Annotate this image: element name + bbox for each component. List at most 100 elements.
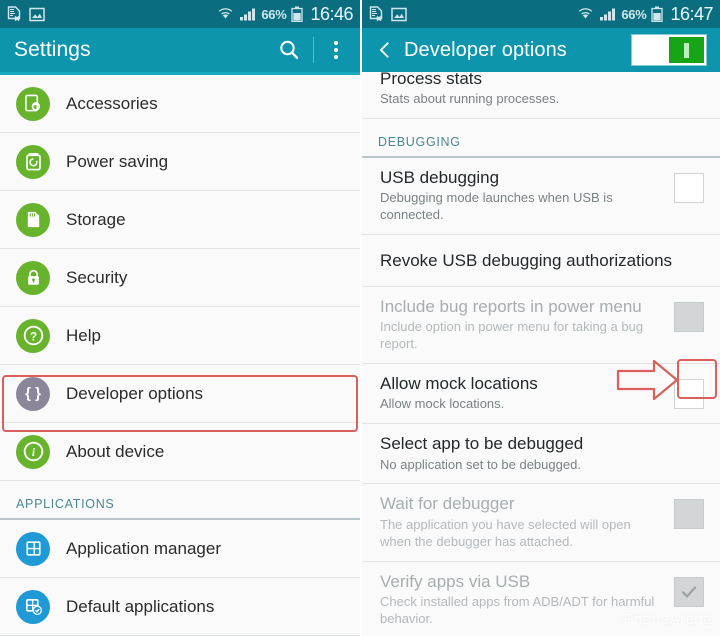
clock-label: 16:47 [670, 3, 713, 24]
settings-screen: 66% 16:46 Settings Accessories Power sav… [0, 0, 360, 636]
status-system-icons: 66% 16:46 [217, 4, 353, 25]
usb-debugging-checkbox[interactable] [674, 173, 704, 204]
list-item-subtitle: Include option in power menu for taking … [380, 319, 644, 352]
sidebar-item-security[interactable]: Security [0, 249, 360, 307]
list-item-title: USB debugging [380, 168, 500, 188]
wifi-icon [219, 8, 233, 19]
search-icon[interactable] [277, 38, 301, 62]
back-chevron-icon[interactable] [376, 41, 394, 59]
watermark: PhoneArena [623, 611, 712, 628]
list-item-title: Include bug reports in power menu [380, 297, 642, 317]
sidebar-item-developer-options[interactable]: { } Developer options [0, 365, 360, 423]
wait-for-debugger-checkbox [674, 499, 704, 530]
signal-bars-icon [600, 8, 616, 21]
sidebar-item-label: Default applications [66, 596, 215, 616]
battery-icon [651, 6, 664, 22]
sidebar-item-power-saving[interactable]: Power saving [0, 133, 360, 191]
sidebar-item-label: Security [66, 267, 128, 287]
sidebar-item-label: Power saving [66, 151, 169, 171]
wifi-icon [579, 8, 593, 19]
list-item-text: USB debugging Debugging mode launches wh… [380, 167, 674, 224]
sidebar-item-label: Storage [66, 209, 126, 229]
storage-icon [16, 202, 50, 237]
security-icon [16, 260, 50, 295]
toggle-on-half [669, 37, 704, 63]
settings-action-bar: Settings [0, 28, 360, 72]
action-bar-divider [313, 37, 314, 63]
sidebar-item-label: Accessories [66, 93, 158, 113]
list-item-title: Wait for debugger [380, 494, 515, 514]
list-item-wait-for-debugger: Wait for debugger The application you ha… [362, 484, 720, 562]
picture-icon [29, 7, 45, 21]
sidebar-item-storage[interactable]: Storage [0, 191, 360, 249]
sidebar-item-label: About device [66, 441, 165, 461]
list-item-text: Wait for debugger The application you ha… [380, 493, 674, 550]
developer-options-screen: 66% 16:47 Developer options Process stat… [360, 0, 720, 636]
list-item-subtitle: Debugging mode launches when USB is conn… [380, 190, 613, 223]
section-header-applications: APPLICATIONS [0, 481, 360, 520]
include-bug-reports-checkbox [674, 302, 704, 333]
developer-options-list: Process stats Stats about running proces… [362, 59, 720, 636]
list-item-revoke-usb-authorizations[interactable]: Revoke USB debugging authorizations [362, 235, 720, 288]
picture-icon [391, 7, 407, 21]
list-item-include-bug-reports: Include bug reports in power menu Includ… [362, 287, 720, 365]
svg-text:?: ? [29, 331, 36, 343]
sidebar-item-application-manager[interactable]: Application manager [0, 520, 360, 578]
about-device-icon: i [16, 434, 50, 469]
list-item-allow-mock-locations[interactable]: Allow mock locations Allow mock location… [362, 364, 720, 425]
status-system-icons: 66% 16:47 [577, 4, 713, 25]
status-notification-icons [7, 6, 45, 22]
list-item-title: Allow mock locations [380, 374, 538, 394]
list-item-subtitle: Allow mock locations. [380, 396, 505, 412]
list-item-select-app-to-be-debugged[interactable]: Select app to be debugged No application… [362, 424, 720, 485]
developer-options-toggle[interactable] [632, 35, 706, 65]
verify-apps-via-usb-checkbox [674, 576, 704, 607]
sidebar-item-help[interactable]: ? Help [0, 307, 360, 365]
clock-label: 16:46 [310, 3, 353, 24]
list-item-usb-debugging[interactable]: USB debugging Debugging mode launches wh… [362, 158, 720, 236]
list-item-title: Verify apps via USB [380, 571, 531, 591]
application-manager-icon [16, 531, 50, 566]
sidebar-item-label: Help [66, 325, 101, 345]
help-icon: ? [16, 318, 50, 353]
document-x-icon [7, 6, 21, 22]
braces-glyph: { } [25, 385, 41, 402]
page-title: Settings [14, 38, 91, 61]
list-item-text: Allow mock locations Allow mock location… [380, 373, 674, 413]
power-saving-icon [16, 144, 50, 179]
list-item-title: Revoke USB debugging authorizations [380, 250, 673, 270]
list-item-subtitle: Stats about running processes. [380, 91, 560, 107]
developer-options-icon: { } [16, 376, 50, 411]
status-bar-right: 66% 16:47 [362, 0, 720, 28]
sidebar-item-default-applications[interactable]: Default applications [0, 578, 360, 636]
document-x-icon [369, 6, 383, 22]
sidebar-item-about-device[interactable]: i About device [0, 423, 360, 481]
list-item-subtitle: Check installed apps from ADB/ADT for ha… [380, 593, 655, 626]
toggle-off-half [634, 37, 669, 63]
list-item-text: Revoke USB debugging authorizations [380, 250, 704, 271]
status-bar-left: 66% 16:46 [0, 0, 360, 28]
list-item-subtitle: No application set to be debugged. [380, 456, 581, 472]
checkmark-icon [681, 585, 697, 598]
list-item-title: Select app to be debugged [380, 434, 584, 454]
battery-percent-label: 66% [621, 6, 647, 22]
sidebar-item-label: Developer options [66, 383, 204, 403]
page-title: Developer options [404, 38, 567, 61]
battery-percent-label: 66% [261, 6, 287, 22]
action-bar-buttons [277, 37, 346, 63]
list-item-text: Process stats Stats about running proces… [380, 68, 704, 108]
allow-mock-locations-checkbox[interactable] [674, 379, 704, 410]
signal-bars-icon [240, 8, 256, 21]
sidebar-item-accessories[interactable]: Accessories [0, 75, 360, 133]
screenshot-pair: 66% 16:46 Settings Accessories Power sav… [0, 0, 720, 636]
accessories-icon [16, 86, 50, 121]
status-notification-icons [369, 6, 407, 22]
list-item-text: Include bug reports in power menu Includ… [380, 296, 674, 353]
list-item-subtitle: The application you have selected will o… [380, 516, 631, 549]
list-item-text: Select app to be debugged No application… [380, 433, 704, 473]
battery-icon [291, 6, 304, 22]
svg-text:i: i [31, 447, 35, 459]
overflow-menu-icon[interactable] [326, 41, 346, 59]
section-header-debugging: DEBUGGING [362, 119, 720, 159]
sidebar-item-label: Application manager [66, 538, 221, 558]
